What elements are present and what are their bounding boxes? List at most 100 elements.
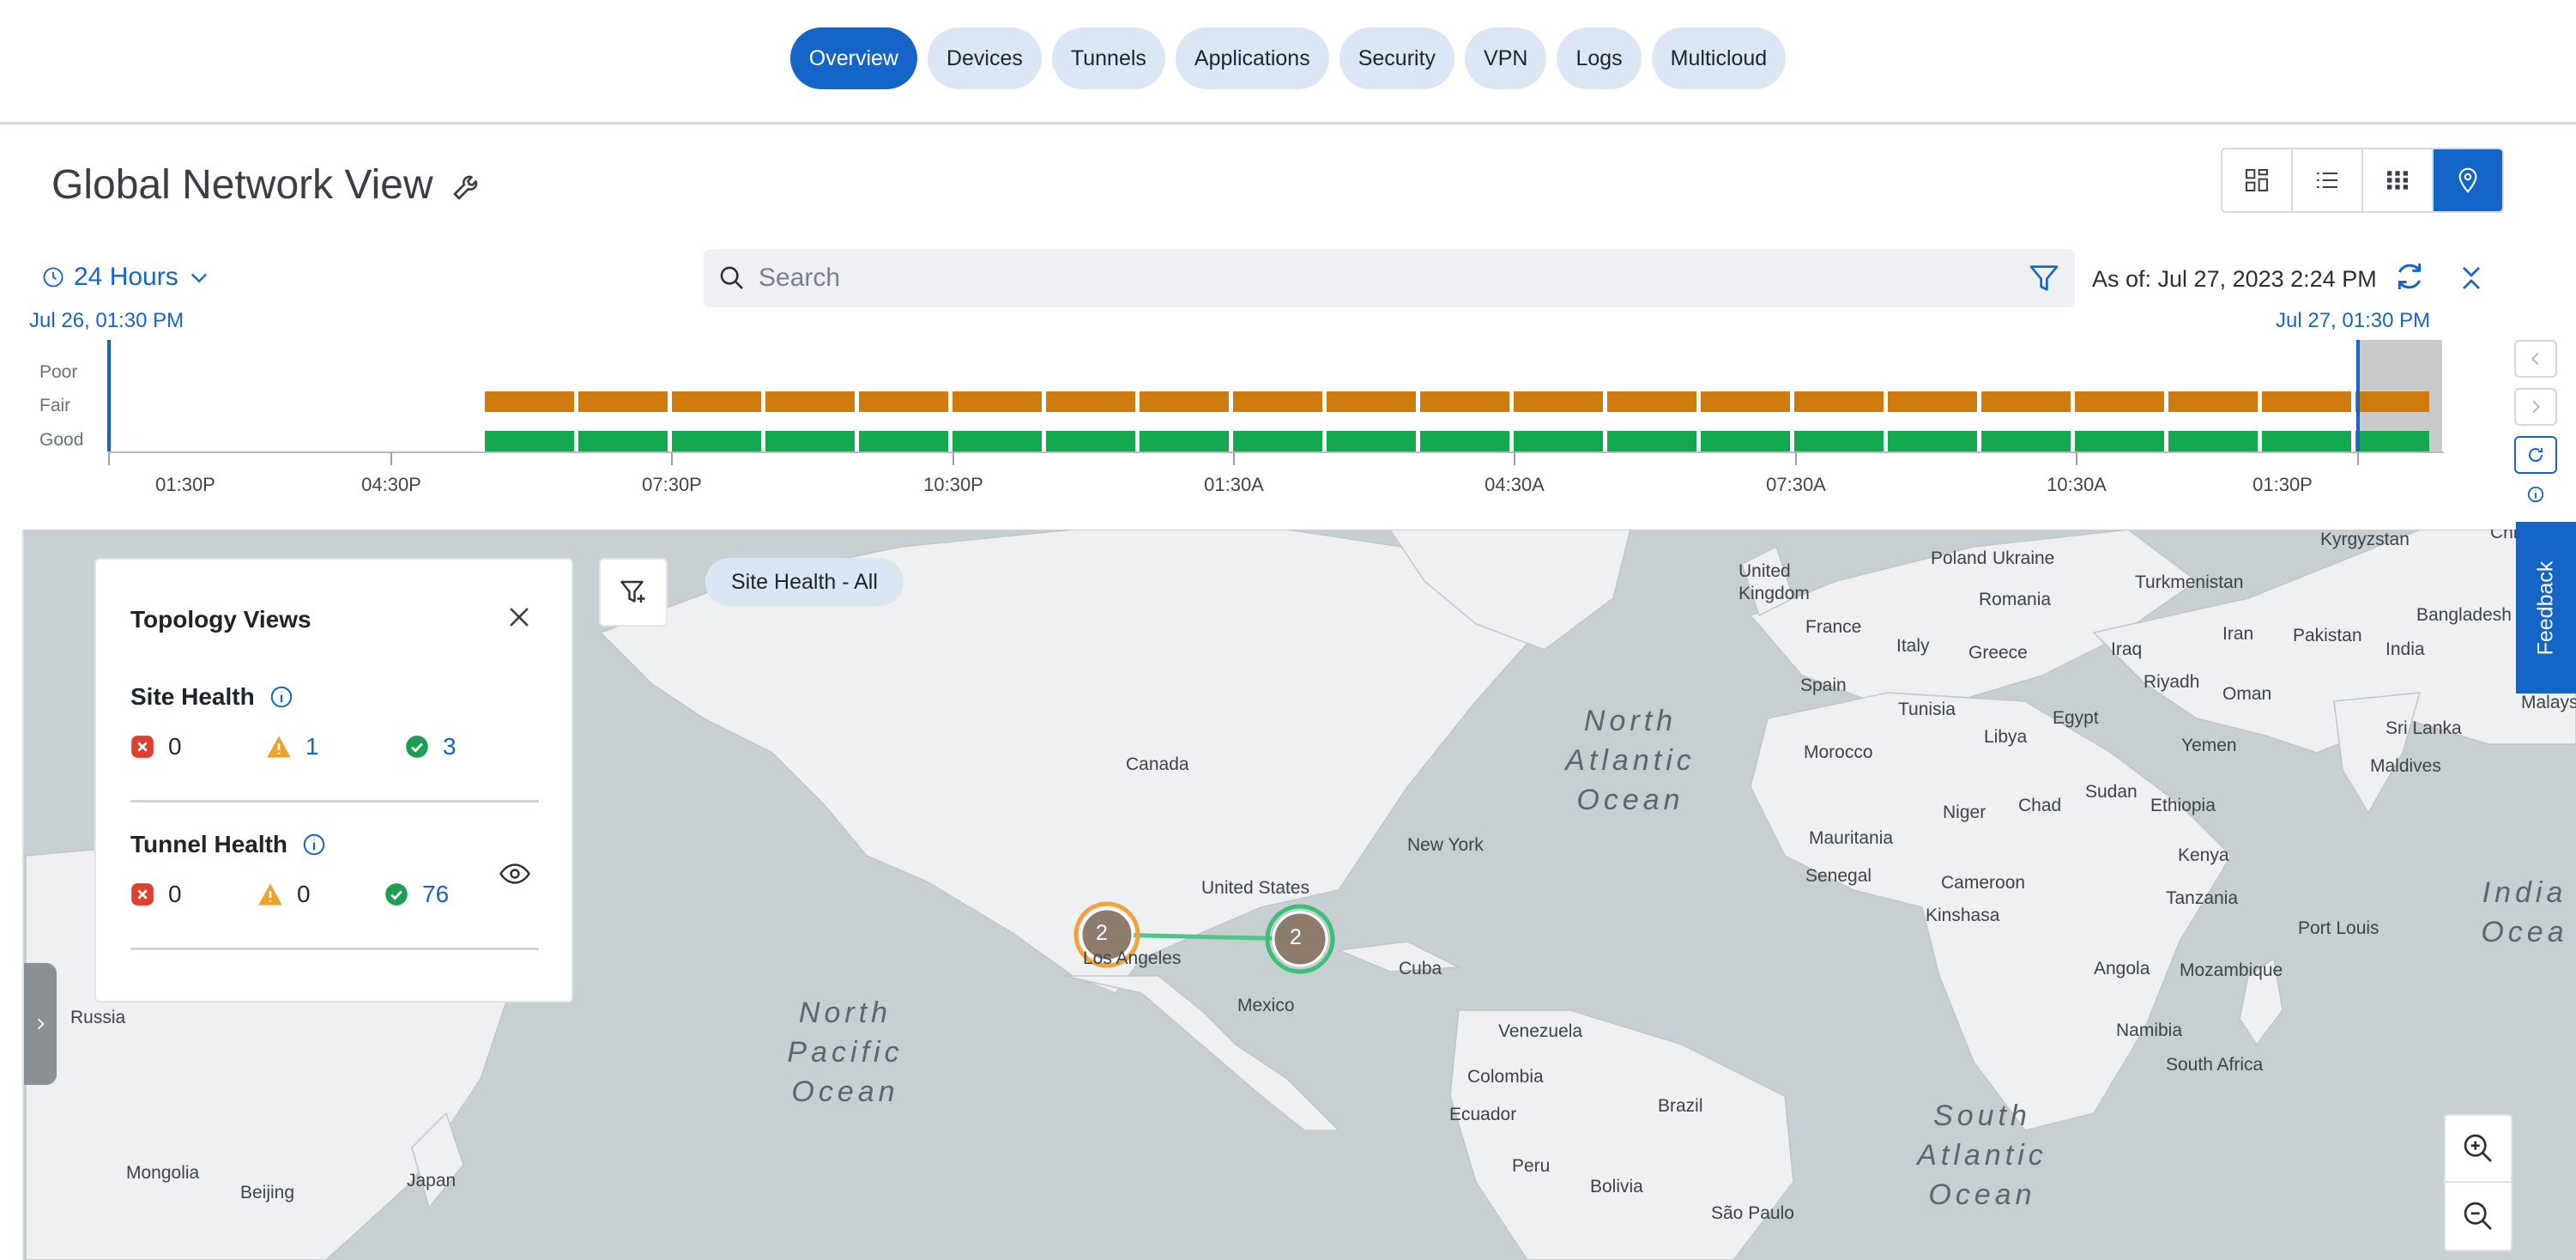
health-segment-fair[interactable] [1140, 391, 1229, 412]
reset-icon [2529, 448, 2543, 463]
health-segment-good[interactable] [672, 431, 761, 451]
health-segment-fair[interactable] [1981, 391, 2071, 412]
map-label: Peru [1512, 1156, 1551, 1176]
top-navigation: Overview Devices Tunnels Applications Se… [0, 0, 2576, 124]
time-range-dropdown[interactable]: 24 Hours [41, 263, 211, 292]
health-segment-good[interactable] [1607, 431, 1696, 451]
health-segment-fair[interactable] [765, 391, 855, 412]
site-error-count[interactable]: 0 [130, 733, 182, 760]
tab-devices[interactable]: Devices [927, 27, 1042, 89]
health-segment-good[interactable] [859, 431, 948, 451]
tunnel-ok-count[interactable]: 76 [384, 881, 449, 908]
map-label: Namibia [2116, 1021, 2183, 1040]
info-icon[interactable] [301, 832, 327, 857]
health-segment-good[interactable] [1701, 431, 1790, 451]
zoom-in-icon [2464, 1134, 2492, 1162]
health-segment-good[interactable] [1888, 431, 1977, 451]
health-segment-good[interactable] [1514, 431, 1603, 451]
tile-view-button[interactable] [2222, 149, 2293, 211]
health-segment-good[interactable] [1140, 431, 1229, 451]
health-segment-fair[interactable] [1327, 391, 1416, 412]
health-segment-fair[interactable] [1233, 391, 1322, 412]
health-segment-good[interactable] [2355, 431, 2429, 451]
health-segment-good[interactable] [765, 431, 855, 451]
health-segment-good[interactable] [1233, 431, 1322, 451]
health-segment-good[interactable] [952, 431, 1042, 451]
health-segment-fair[interactable] [2075, 391, 2164, 412]
x-label: 01:30P [155, 474, 215, 495]
info-icon[interactable] [269, 684, 294, 710]
health-segment-fair[interactable] [1794, 391, 1884, 412]
timeline-next-button[interactable] [2514, 388, 2557, 426]
tunnel-error-count[interactable]: 0 [130, 881, 182, 908]
grid-view-button[interactable] [2363, 149, 2434, 211]
tab-logs[interactable]: Logs [1557, 27, 1642, 89]
site-warning-count[interactable]: 1 [266, 733, 319, 760]
zoom-in-button[interactable] [2446, 1116, 2511, 1183]
health-segment-fair[interactable] [952, 391, 1042, 412]
tab-applications[interactable]: Applications [1175, 27, 1329, 89]
health-segment-good[interactable] [2262, 431, 2351, 451]
eye-icon[interactable] [499, 862, 530, 886]
health-segment-good[interactable] [1794, 431, 1884, 451]
health-segment-good[interactable] [1327, 431, 1416, 451]
error-icon [131, 883, 154, 906]
tab-multicloud[interactable]: Multicloud [1651, 27, 1787, 89]
health-segment-fair[interactable] [1046, 391, 1135, 412]
x-label: 01:30P [2252, 474, 2313, 495]
map-label: Malays [2521, 693, 2576, 712]
map-label: Italy [1896, 636, 1930, 656]
health-segment-fair[interactable] [1514, 391, 1603, 412]
map-filter-button[interactable] [599, 558, 668, 627]
page-title: Global Network View [51, 162, 433, 208]
expand-panel-button[interactable] [24, 963, 57, 1085]
health-segment-good[interactable] [578, 431, 668, 451]
site-health-filter-chip[interactable]: Site Health - All [705, 558, 904, 606]
timeline-prev-button[interactable] [2514, 340, 2557, 378]
tab-vpn[interactable]: VPN [1465, 27, 1547, 89]
map-label: Oman [2222, 684, 2272, 704]
health-segment-fair[interactable] [672, 391, 761, 412]
map-label: France [1805, 617, 1862, 637]
search-input[interactable] [759, 264, 2027, 293]
map-view-button[interactable] [2434, 149, 2502, 211]
tab-tunnels[interactable]: Tunnels [1051, 27, 1165, 89]
health-segment-fair[interactable] [859, 391, 948, 412]
wrench-icon[interactable] [450, 168, 485, 203]
health-segment-good[interactable] [2075, 431, 2164, 451]
health-segment-fair[interactable] [2168, 391, 2258, 412]
health-segment-good[interactable] [1981, 431, 2071, 451]
health-segment-good[interactable] [1046, 431, 1135, 451]
health-segment-fair[interactable] [2262, 391, 2351, 412]
health-segment-good[interactable] [485, 431, 574, 451]
map-label: Morocco [1804, 742, 1873, 762]
x-label: 01:30A [1204, 474, 1264, 495]
health-segment-fair[interactable] [485, 391, 574, 412]
site-ok-count[interactable]: 3 [405, 733, 457, 760]
timeline-reset-button[interactable] [2514, 436, 2557, 474]
map-label: Maldives [2370, 756, 2441, 776]
list-view-button[interactable] [2293, 149, 2363, 211]
refresh-icon[interactable] [2392, 259, 2427, 294]
tab-security[interactable]: Security [1339, 27, 1455, 89]
info-icon[interactable] [2526, 485, 2545, 504]
clock-icon [43, 267, 63, 288]
health-segment-fair[interactable] [2355, 391, 2429, 412]
collapse-timeline-icon[interactable] [2456, 263, 2487, 294]
zoom-out-button[interactable] [2446, 1183, 2511, 1250]
zoom-out-icon [2464, 1202, 2492, 1230]
health-segment-fair[interactable] [1607, 391, 1696, 412]
health-segment-good[interactable] [2168, 431, 2258, 451]
health-segment-fair[interactable] [1420, 391, 1509, 412]
feedback-button[interactable]: Feedback [2516, 522, 2576, 694]
filter-icon[interactable] [2027, 261, 2061, 295]
close-icon[interactable] [505, 603, 534, 632]
health-segment-fair[interactable] [1701, 391, 1790, 412]
health-segment-good[interactable] [1420, 431, 1509, 451]
health-segment-fair[interactable] [578, 391, 668, 412]
feedback-label: Feedback [2533, 560, 2558, 655]
tunnel-warning-count[interactable]: 0 [257, 881, 311, 908]
tab-overview[interactable]: Overview [789, 27, 917, 89]
map-label: Ethiopia [2150, 796, 2216, 815]
health-segment-fair[interactable] [1888, 391, 1977, 412]
